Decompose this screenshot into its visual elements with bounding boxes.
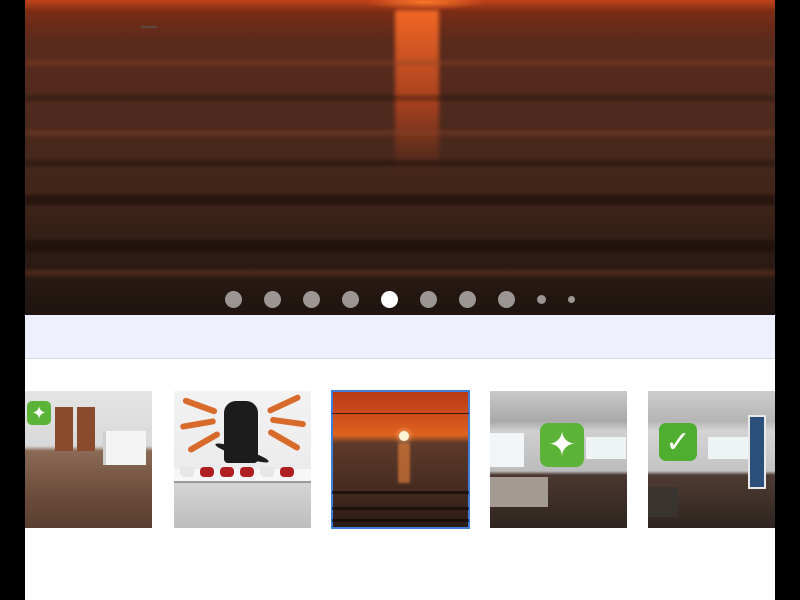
wave-line (25, 130, 775, 136)
window (708, 437, 748, 459)
carousel-dot[interactable] (303, 290, 320, 308)
thumbnail-interior[interactable]: ✦ (25, 391, 152, 528)
wave-line (25, 160, 775, 166)
shoe (200, 467, 214, 477)
wave-line (332, 507, 469, 510)
carousel-dot[interactable] (420, 290, 437, 308)
check-icon: ✓ (659, 423, 697, 461)
sparkle-icon: ✦ (540, 423, 584, 467)
sun-reflection (395, 10, 439, 170)
shoe (280, 467, 294, 477)
wave-line (25, 270, 775, 276)
door (77, 407, 95, 451)
carousel-dot[interactable] (342, 290, 359, 308)
wave-line (25, 60, 775, 66)
wave-line (25, 240, 775, 252)
shoe (220, 467, 234, 477)
carousel-dot[interactable] (459, 290, 476, 308)
thumbnail-room-window[interactable]: ✦ (490, 391, 627, 528)
carousel-pagination (25, 290, 775, 308)
counter (490, 477, 548, 507)
shoe (180, 467, 194, 477)
mural-ray (182, 397, 218, 415)
sun (399, 431, 409, 441)
thumbnail-sunset-selected[interactable] (331, 390, 470, 529)
thumbnail-room[interactable]: ✓ (648, 391, 775, 528)
shoe (260, 467, 274, 477)
power-line (332, 413, 469, 414)
carousel-dot[interactable] (264, 290, 281, 308)
mural-ray (179, 417, 217, 431)
thumbnail-surf-mural[interactable] (174, 391, 311, 528)
wave-line (332, 491, 469, 494)
boat-speck (141, 26, 157, 28)
wave-line (25, 195, 775, 205)
shoe (240, 467, 254, 477)
hero-slide-image[interactable] (25, 0, 775, 315)
thumbnail-strip: ✦ ✦ ✓ (25, 390, 775, 529)
mural-ray (269, 416, 307, 428)
mural-ray (266, 393, 302, 415)
gallery-frame: ✦ ✦ ✓ (25, 0, 775, 600)
sun-reflection (398, 443, 410, 483)
mural-ray (266, 428, 302, 452)
carousel-dot[interactable] (568, 295, 575, 303)
wave-line (25, 95, 775, 101)
wave-line (332, 519, 469, 522)
poster (748, 415, 766, 489)
window (586, 437, 626, 459)
carousel-dot[interactable] (225, 290, 242, 308)
caption-band (25, 315, 775, 359)
sparkle-icon: ✦ (27, 401, 51, 425)
carousel-dot[interactable] (537, 294, 546, 304)
chair (648, 487, 678, 517)
window (490, 433, 524, 467)
carousel-dot[interactable] (498, 290, 515, 308)
door (55, 407, 73, 451)
railing (103, 431, 146, 465)
carousel-dot-active[interactable] (381, 290, 398, 308)
mural-ray (186, 430, 222, 454)
